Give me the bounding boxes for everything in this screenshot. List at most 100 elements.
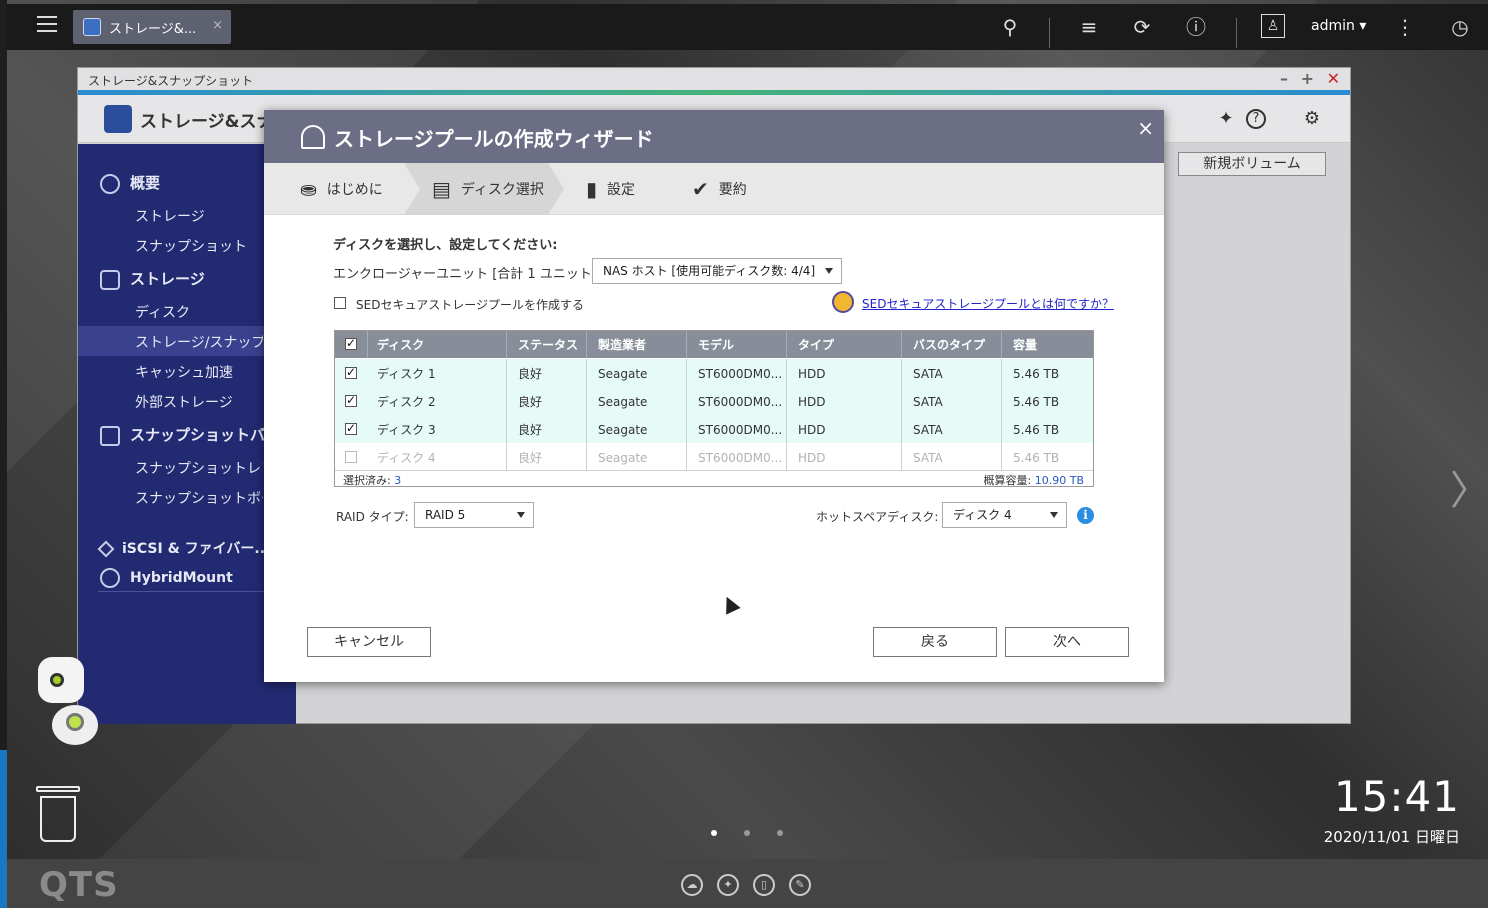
iscsi-icon: [97, 540, 115, 558]
tab-close-icon[interactable]: ×: [212, 18, 223, 33]
tools-icon[interactable]: ✦: [1214, 107, 1238, 131]
storage-app-icon: [83, 18, 101, 36]
close-icon[interactable]: ✕: [1327, 69, 1340, 88]
cell-capacity: 5.46 TB: [1013, 423, 1060, 437]
table-row[interactable]: ディスク 2 良好 Seagate ST6000DM0... HDD SATA …: [335, 387, 1093, 415]
cell-bus: SATA: [913, 451, 943, 465]
dock-tools-icon[interactable]: ✦: [717, 874, 739, 896]
next-page-arrow-icon[interactable]: 〉: [1450, 458, 1488, 516]
selected-count: 選択済み: 3: [343, 474, 402, 487]
main-menu-icon[interactable]: [37, 16, 57, 34]
col-disk[interactable]: ディスク: [377, 338, 424, 352]
hot-spare-select[interactable]: ディスク 4: [942, 502, 1067, 528]
sed-help-link[interactable]: SEDセキュアストレージプールとは何ですか？: [862, 295, 1114, 312]
sidebar-item-iscsi[interactable]: iSCSI & ファイバー...: [97, 538, 270, 558]
cancel-button[interactable]: キャンセル: [307, 627, 431, 657]
clock-time: 15:41: [1333, 772, 1460, 821]
cell-model: ST6000DM0...: [698, 367, 783, 381]
app-tab-label: ストレージ&...: [109, 21, 197, 37]
step-introduction: ⛂ はじめに: [300, 177, 383, 201]
raid-type-select[interactable]: RAID 5: [414, 502, 534, 528]
maximize-icon[interactable]: +: [1301, 69, 1314, 88]
sed-checkbox[interactable]: [334, 297, 346, 309]
col-capacity[interactable]: 容量: [1013, 338, 1037, 352]
chevron-down-icon: [517, 512, 525, 518]
sidebar-item-snapshot-replica[interactable]: スナップショットレプリカ: [135, 458, 263, 478]
sidebar-item-storage[interactable]: ストレージ: [100, 268, 205, 290]
robot-mascot-icon[interactable]: [30, 655, 120, 755]
wizard-close-icon[interactable]: ×: [1137, 116, 1154, 140]
raid-type-label: RAID タイプ:: [336, 510, 409, 524]
table-header: ディスク ステータス 製造業者 モデル タイプ バスのタイプ 容量: [335, 331, 1093, 358]
info-icon[interactable]: ⓘ: [1183, 14, 1209, 40]
dashboard-icon[interactable]: ◷: [1447, 14, 1473, 40]
database-icon: ⛂: [300, 177, 317, 201]
sidebar-item-hybridmount[interactable]: HybridMount: [100, 568, 233, 588]
cell-disk: ディスク 4: [377, 451, 436, 465]
dock-cloud-icon[interactable]: ☁: [681, 874, 703, 896]
camera-icon: [100, 425, 120, 446]
sync-icon[interactable]: ⟳: [1129, 14, 1155, 40]
info-icon[interactable]: i: [1077, 507, 1094, 524]
app-window-titlebar: ストレージ&スナップショット – + ✕: [78, 68, 1350, 90]
trash-icon[interactable]: [36, 786, 80, 842]
cell-capacity: 5.46 TB: [1013, 395, 1060, 409]
app-window-title: ストレージ&スナップショット: [88, 74, 254, 88]
row-checkbox[interactable]: [345, 365, 357, 379]
col-type[interactable]: タイプ: [798, 338, 834, 352]
sidebar-item-disk[interactable]: ディスク: [135, 302, 190, 322]
sidebar-item-external[interactable]: 外部ストレージ: [135, 392, 233, 412]
back-button[interactable]: 戻る: [873, 627, 997, 657]
row-checkbox[interactable]: [345, 393, 357, 407]
select-all-checkbox[interactable]: [345, 336, 357, 350]
dock-book-icon[interactable]: ▯: [753, 874, 775, 896]
page-dot[interactable]: [711, 830, 717, 836]
wizard-title: ストレージプールの作成ウィザード: [334, 127, 654, 151]
sidebar-item-overview[interactable]: 概要: [100, 172, 160, 194]
wizard-steps: ⛂ はじめに ▤ ディスク選択 ▮ 設定 ✔ 要約: [264, 163, 1164, 215]
search-icon[interactable]: ⚲: [997, 14, 1023, 40]
row-checkbox[interactable]: [345, 451, 357, 463]
step-settings: ▮ 設定: [586, 177, 636, 201]
dock-notes-icon[interactable]: ✎: [789, 874, 811, 896]
help-icon[interactable]: ?: [1246, 109, 1266, 129]
sidebar-item-snapshot-vault[interactable]: スナップショットボールト: [135, 488, 263, 508]
cell-model: ST6000DM0...: [698, 451, 783, 465]
cell-type: HDD: [798, 423, 826, 437]
new-volume-button[interactable]: 新規ボリューム: [1178, 152, 1326, 176]
table-row[interactable]: ディスク 1 良好 Seagate ST6000DM0... HDD SATA …: [335, 359, 1093, 387]
disk-table: ディスク ステータス 製造業者 モデル タイプ バスのタイプ 容量 ディスク 1…: [334, 330, 1094, 487]
next-button[interactable]: 次へ: [1005, 627, 1129, 657]
page-dot[interactable]: [744, 830, 750, 836]
sidebar-item-storage-overview[interactable]: ストレージ: [135, 206, 205, 226]
col-bus-type[interactable]: バスのタイプ: [913, 338, 985, 352]
minimize-icon[interactable]: –: [1280, 69, 1288, 88]
col-model[interactable]: モデル: [698, 338, 734, 352]
enclosure-select[interactable]: NAS ホスト [使用可能ディスク数: 4/4]: [592, 258, 842, 284]
cell-maker: Seagate: [598, 423, 648, 437]
cell-bus: SATA: [913, 423, 943, 437]
step-disk-selection: ▤ ディスク選択: [432, 177, 544, 201]
cell-bus: SATA: [913, 367, 943, 381]
row-checkbox[interactable]: [345, 421, 357, 435]
background-tasks-icon[interactable]: ≡: [1076, 14, 1102, 40]
step-summary: ✔ 要約: [692, 177, 747, 201]
sidebar-divider: [98, 591, 278, 592]
app-tab-storage[interactable]: ストレージ&... ×: [73, 10, 231, 44]
col-status[interactable]: ステータス: [518, 338, 578, 352]
cell-bus: SATA: [913, 395, 943, 409]
page-dot[interactable]: [777, 830, 783, 836]
sidebar-item-cache[interactable]: キャッシュ加速: [135, 362, 233, 382]
sidebar-item-snapshot-overview[interactable]: スナップショット: [135, 236, 247, 256]
more-options-icon[interactable]: ⋮: [1392, 14, 1418, 40]
col-maker[interactable]: 製造業者: [598, 338, 646, 352]
user-menu[interactable]: admin ▾: [1311, 18, 1366, 34]
sidebar-item-snapshot-backup[interactable]: スナップショットバ...: [100, 424, 282, 446]
check-circle-icon: ✔: [692, 177, 709, 201]
cell-status: 良好: [518, 451, 543, 465]
user-icon[interactable]: ♙: [1261, 14, 1285, 38]
table-row[interactable]: ディスク 4 良好 Seagate ST6000DM0... HDD SATA …: [335, 443, 1093, 471]
table-row[interactable]: ディスク 3 良好 Seagate ST6000DM0... HDD SATA …: [335, 415, 1093, 443]
cell-capacity: 5.46 TB: [1013, 451, 1060, 465]
settings-gear-icon[interactable]: ⚙: [1300, 107, 1324, 131]
